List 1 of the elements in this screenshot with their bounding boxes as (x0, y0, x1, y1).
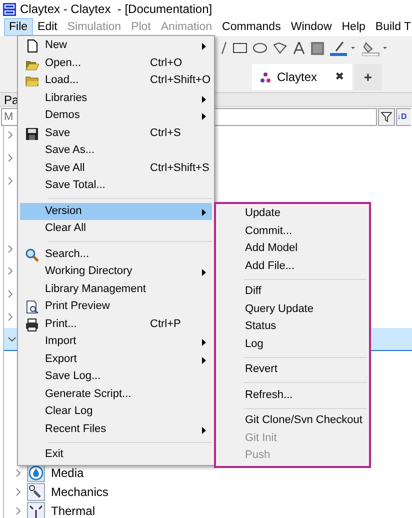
window-title: Claytex - Claytex - [Documentation] (20, 1, 212, 18)
